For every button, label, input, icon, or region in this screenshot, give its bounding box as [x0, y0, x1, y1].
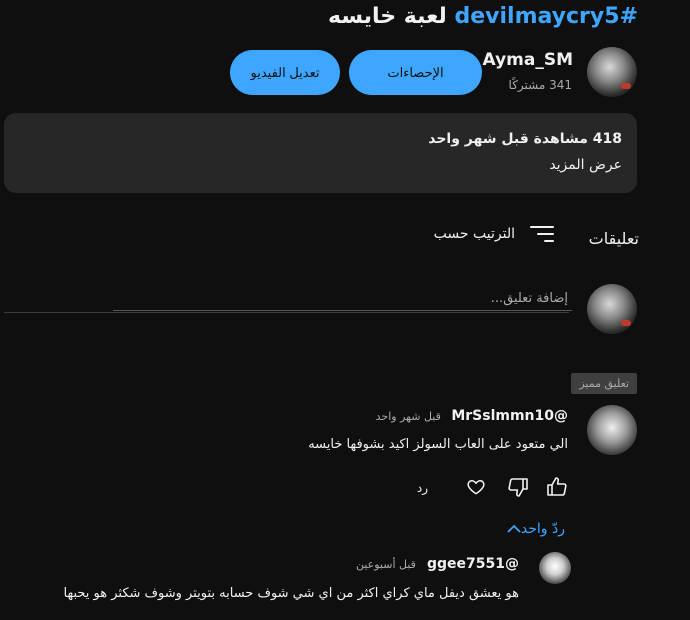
replies-toggle-label: ردّ واحد — [520, 521, 565, 537]
current-user-avatar — [587, 284, 637, 334]
comment-author[interactable]: @MrSslmmn10 — [451, 408, 568, 424]
edit-video-button[interactable]: تعديل الفيديو — [230, 50, 340, 95]
comments-heading: تعليقات — [588, 229, 639, 248]
reply-header: @ggee7551 قبل أسبوعين — [356, 553, 519, 572]
channel-avatar[interactable] — [587, 47, 637, 97]
replies-toggle[interactable]: ردّ واحد — [499, 521, 565, 537]
reply-button[interactable]: رد — [417, 481, 428, 495]
sort-by-button[interactable]: الترتيب حسب — [434, 226, 515, 242]
view-count: 418 مشاهدة — [533, 131, 622, 147]
video-title-text: لعبة خايسه — [328, 4, 447, 29]
show-more-link[interactable]: عرض المزيد — [549, 157, 622, 173]
chevron-up-icon — [507, 524, 521, 533]
sort-icon[interactable] — [530, 224, 554, 244]
upload-date: قبل شهر واحد — [428, 131, 529, 147]
like-button[interactable] — [543, 473, 571, 501]
subscriber-count: 341 مشتركًا — [508, 78, 572, 92]
creator-heart-button[interactable] — [462, 473, 490, 501]
channel-name[interactable]: Ayma_SM — [483, 50, 573, 70]
heart-icon — [467, 480, 485, 495]
description-panel[interactable] — [4, 113, 637, 193]
add-comment-input[interactable] — [113, 286, 572, 311]
dislike-button[interactable] — [504, 473, 532, 501]
comment-text: الي متعود على العاب السولز اكيد بشوفها خ… — [308, 437, 568, 452]
video-title: #devilmaycry5 لعبة خايسه — [328, 4, 638, 29]
thumbs-down-icon — [508, 478, 528, 497]
comment-author-avatar[interactable] — [587, 405, 637, 455]
view-count-and-date: 418 مشاهدة قبل شهر واحد — [428, 131, 622, 147]
stats-button[interactable]: الإحصاءات — [349, 50, 482, 95]
reply-time[interactable]: قبل أسبوعين — [356, 558, 416, 571]
video-title-hashtag[interactable]: #devilmaycry5 — [454, 4, 638, 29]
reply-author[interactable]: @ggee7551 — [427, 556, 519, 572]
reply-author-avatar[interactable] — [539, 552, 571, 584]
pinned-comment-badge: تعليق مميز — [571, 373, 637, 394]
comment-time[interactable]: قبل شهر واحد — [376, 410, 441, 423]
thumbs-up-icon — [547, 477, 567, 496]
input-underline — [4, 312, 569, 313]
reply-text: هو يعشق ديفل ماي كراي اكثر من اي شي شوف … — [63, 586, 519, 601]
comment-header: @MrSslmmn10 قبل شهر واحد — [376, 408, 568, 424]
